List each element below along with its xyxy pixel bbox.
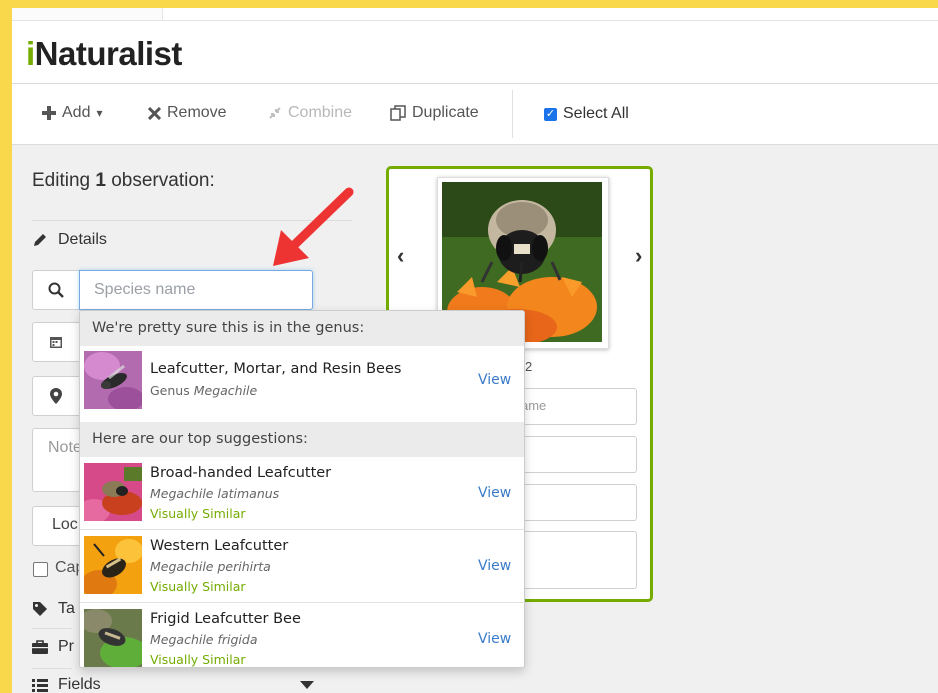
species-name-input[interactable]: Species name	[79, 270, 313, 310]
select-all-toggle[interactable]: ✓ Select All	[544, 103, 629, 125]
leafcutter-bee-photo	[84, 351, 142, 409]
add-button[interactable]: Add ▾	[42, 102, 103, 124]
frigid-leafcutter-photo	[84, 609, 142, 667]
caret-down-icon: ▾	[96, 106, 103, 120]
toolbar-divider	[512, 90, 513, 138]
tags-section-toggle[interactable]: Ta	[32, 600, 75, 618]
suggestion-item[interactable]: Western Leafcutter Megachile perihirta V…	[80, 530, 524, 603]
broad-handed-leafcutter-photo	[84, 463, 142, 521]
select-all-checkbox[interactable]: ✓	[544, 107, 557, 121]
calendar-icon	[50, 337, 62, 348]
times-icon	[148, 106, 161, 120]
suggestion-item[interactable]: Broad-handed Leafcutter Megachile latima…	[80, 457, 524, 530]
plus-icon	[42, 106, 56, 120]
projects-section-toggle[interactable]: Pr	[32, 638, 74, 656]
fields-section-toggle[interactable]: Fields	[32, 676, 101, 693]
species-suggestions-dropdown: We're pretty sure this is in the genus: …	[79, 310, 525, 668]
date-addon[interactable]	[32, 322, 80, 362]
map-marker-icon	[50, 388, 62, 404]
caret-down-icon[interactable]	[300, 681, 314, 689]
inaturalist-logo[interactable]: iNaturalist	[26, 35, 182, 73]
search-addon	[32, 270, 80, 310]
browser-top-strip	[12, 8, 938, 21]
duplicate-button[interactable]: Duplicate	[390, 102, 479, 124]
annotation-arrow-icon	[273, 187, 354, 266]
card-notes-input[interactable]	[517, 531, 637, 589]
western-leafcutter-photo	[84, 536, 142, 594]
view-suggestion-link[interactable]: View	[478, 485, 511, 501]
tag-icon	[33, 602, 47, 616]
photo-counter: 2	[525, 359, 533, 374]
site-header: iNaturalist	[12, 21, 938, 84]
editing-heading: Editing 1 observation:	[32, 170, 215, 191]
view-suggestion-link[interactable]: View	[478, 631, 511, 647]
card-date-input[interactable]	[517, 436, 637, 473]
suggestion-thumbnail	[84, 609, 142, 667]
app-window: iNaturalist Add ▾ Remove Combine Duplica…	[12, 8, 938, 693]
card-location-input[interactable]	[517, 484, 637, 521]
briefcase-icon	[32, 640, 48, 654]
section-divider	[32, 668, 72, 669]
compress-icon	[269, 107, 281, 119]
view-suggestion-link[interactable]: View	[478, 558, 511, 574]
remove-button[interactable]: Remove	[148, 102, 227, 124]
list-icon	[32, 679, 48, 692]
card-species-input[interactable]: ame	[517, 388, 637, 425]
chevron-right-icon[interactable]: ›	[635, 243, 642, 269]
genus-thumbnail	[84, 351, 142, 409]
suggestion-thumbnail	[84, 536, 142, 594]
genus-suggestion-header: We're pretty sure this is in the genus:	[80, 311, 524, 346]
combine-button[interactable]: Combine	[268, 102, 352, 124]
pencil-icon	[34, 234, 46, 246]
suggestion-item[interactable]: Frigid Leafcutter Bee Megachile frigida …	[80, 603, 524, 667]
chevron-left-icon[interactable]: ‹	[397, 243, 404, 269]
browser-tab-edge	[12, 8, 163, 20]
copy-icon	[390, 105, 406, 121]
search-icon	[48, 282, 64, 298]
section-divider	[32, 628, 72, 629]
suggestion-thumbnail	[84, 463, 142, 521]
details-section-toggle[interactable]: Details	[32, 231, 107, 249]
uploader-toolbar: Add ▾ Remove Combine Duplicate ✓ Select …	[12, 84, 938, 145]
view-genus-link[interactable]: View	[478, 372, 511, 388]
genus-suggestion-item[interactable]: Leafcutter, Mortar, and Resin Bees Genus…	[80, 346, 524, 414]
top-suggestions-header: Here are our top suggestions:	[80, 422, 524, 457]
captive-checkbox[interactable]	[33, 562, 48, 577]
location-addon[interactable]	[32, 376, 80, 416]
